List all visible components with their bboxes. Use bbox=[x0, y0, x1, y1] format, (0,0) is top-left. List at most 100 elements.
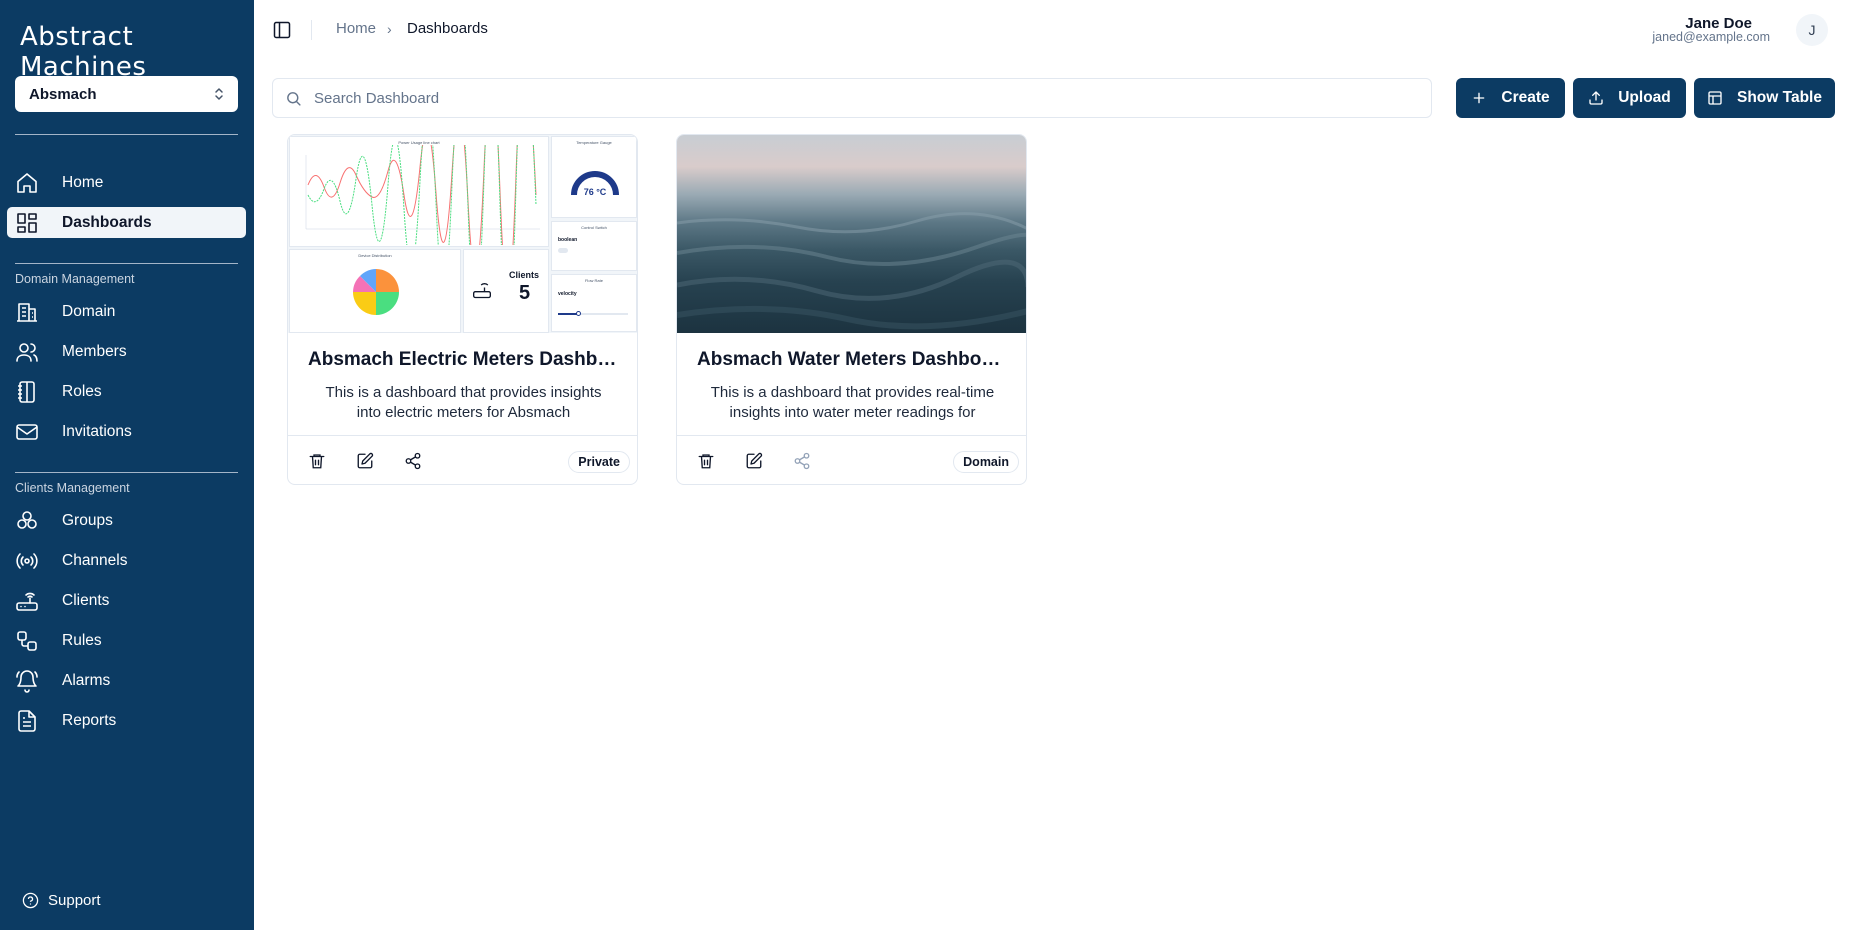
visibility-badge: Private bbox=[568, 451, 630, 473]
gauge-graphic bbox=[571, 171, 619, 196]
thumbnail-clients-stat: Clients 5 bbox=[463, 249, 549, 333]
edit-icon[interactable] bbox=[356, 452, 374, 470]
sidebar-item-label: Clients bbox=[62, 591, 110, 609]
thumbnail-gauge: Temperature Gauge 76 °C bbox=[551, 136, 637, 218]
share-icon[interactable] bbox=[793, 452, 811, 470]
dashboard-description: This is a dashboard that provides real-t… bbox=[710, 384, 995, 421]
slider-label: velocity bbox=[558, 291, 577, 297]
sidebar-divider bbox=[15, 472, 238, 473]
workflow-icon bbox=[15, 629, 39, 653]
bell-icon bbox=[15, 669, 39, 693]
sidebar-item-label: Groups bbox=[62, 511, 113, 529]
sidebar-item-dashboards[interactable]: Dashboards bbox=[7, 207, 246, 238]
users-icon bbox=[15, 340, 39, 364]
sidebar-item-label: Members bbox=[62, 342, 127, 360]
create-button-label: Create bbox=[1501, 89, 1550, 106]
help-circle-icon bbox=[22, 892, 39, 909]
clients-stat-value: 5 bbox=[519, 282, 531, 304]
dashboard-thumbnail: Power Usage line chart Temperature Gauge… bbox=[288, 135, 637, 333]
sidebar-item-members[interactable]: Members bbox=[7, 336, 246, 367]
sidebar-item-label: Rules bbox=[62, 631, 102, 649]
show-table-button-label: Show Table bbox=[1737, 89, 1822, 106]
breadcrumb-home[interactable]: Home bbox=[336, 20, 376, 37]
file-text-icon bbox=[15, 709, 39, 733]
share-icon[interactable] bbox=[404, 452, 422, 470]
thumbnail-slider: Flow Rate velocity bbox=[551, 274, 637, 332]
sidebar: Abstract Machines Absmach Home Dashboard… bbox=[0, 0, 254, 930]
thumbnail-widget-title: Temperature Gauge bbox=[576, 140, 612, 145]
trash-icon[interactable] bbox=[697, 452, 715, 470]
search-bar[interactable] bbox=[272, 78, 1432, 118]
breadcrumb-current: Dashboards bbox=[407, 20, 488, 37]
sidebar-item-label: Channels bbox=[62, 551, 128, 569]
sidebar-item-reports[interactable]: Reports bbox=[7, 705, 246, 736]
router-icon bbox=[473, 283, 491, 299]
card-footer: Domain bbox=[677, 435, 1026, 484]
dashboard-card[interactable]: Power Usage line chart Temperature Gauge… bbox=[287, 134, 638, 485]
visibility-badge: Domain bbox=[953, 451, 1019, 473]
sidebar-divider bbox=[15, 263, 238, 264]
sidebar-item-label: Domain bbox=[62, 302, 116, 320]
sidebar-item-rules[interactable]: Rules bbox=[7, 625, 246, 656]
header-divider bbox=[311, 20, 312, 40]
toggle-switch bbox=[558, 248, 568, 253]
search-input[interactable] bbox=[314, 89, 1414, 107]
app-logo[interactable]: Abstract Machines bbox=[20, 22, 254, 82]
dashboard-title[interactable]: Absmach Water Meters Dashboard bbox=[677, 349, 1026, 371]
sidebar-item-alarms[interactable]: Alarms bbox=[7, 665, 246, 696]
trash-icon[interactable] bbox=[308, 452, 326, 470]
pie-graphic bbox=[353, 269, 399, 315]
plus-icon bbox=[1474, 92, 1485, 104]
section-heading-domain-management: Domain Management bbox=[15, 272, 135, 286]
sidebar-item-roles[interactable]: Roles bbox=[7, 376, 246, 407]
slider-fill bbox=[558, 313, 578, 315]
sidebar-item-domain[interactable]: Domain bbox=[7, 296, 246, 327]
gauge-value: 76 °C bbox=[583, 187, 607, 197]
create-button[interactable]: Create bbox=[1456, 78, 1565, 118]
avatar[interactable]: J bbox=[1796, 14, 1828, 46]
dashboard-card[interactable]: Absmach Water Meters Dashboard This is a… bbox=[676, 134, 1027, 485]
dashboard-description: This is a dashboard that provides insigh… bbox=[325, 384, 602, 421]
card-footer: Private bbox=[288, 435, 637, 484]
upload-button-label: Upload bbox=[1618, 89, 1671, 106]
sea-waves-graphic bbox=[677, 212, 1026, 330]
dashboards-icon bbox=[15, 211, 39, 235]
router-icon bbox=[15, 589, 39, 613]
clients-stat-label: Clients bbox=[509, 270, 540, 280]
thumbnail-line-chart: Power Usage line chart bbox=[289, 136, 549, 247]
sidebar-divider bbox=[15, 134, 238, 135]
notebook-icon bbox=[15, 380, 39, 404]
sidebar-item-label: Dashboards bbox=[62, 213, 152, 231]
support-link[interactable]: Support bbox=[22, 892, 101, 909]
domain-selector-value: Absmach bbox=[29, 85, 97, 103]
sidebar-toggle-icon[interactable] bbox=[272, 20, 292, 40]
sidebar-item-label: Reports bbox=[62, 711, 117, 729]
sidebar-item-label: Roles bbox=[62, 382, 102, 400]
sidebar-item-channels[interactable]: Channels bbox=[7, 545, 246, 576]
show-table-button[interactable]: Show Table bbox=[1694, 78, 1835, 118]
edit-icon[interactable] bbox=[745, 452, 763, 470]
thumbnail-pie-chart: Device Distribution bbox=[289, 249, 461, 333]
dashboard-title[interactable]: Absmach Electric Meters Dashboard bbox=[288, 349, 637, 371]
thumbnail-switch: Control Switch boolean bbox=[551, 221, 637, 271]
domain-selector[interactable]: Absmach bbox=[15, 76, 238, 112]
sidebar-item-home[interactable]: Home bbox=[7, 167, 246, 198]
support-label: Support bbox=[48, 892, 101, 909]
switch-label: boolean bbox=[558, 237, 578, 243]
mail-icon bbox=[15, 420, 39, 444]
sidebar-item-clients[interactable]: Clients bbox=[7, 585, 246, 616]
sidebar-item-label: Home bbox=[62, 173, 104, 191]
sidebar-item-groups[interactable]: Groups bbox=[7, 505, 246, 536]
chevrons-up-down-icon bbox=[214, 87, 224, 101]
sidebar-item-invitations[interactable]: Invitations bbox=[7, 416, 246, 447]
building-icon bbox=[15, 300, 39, 324]
home-icon bbox=[15, 171, 39, 195]
upload-icon bbox=[1589, 91, 1603, 105]
upload-button[interactable]: Upload bbox=[1573, 78, 1686, 118]
line-chart-graphic bbox=[305, 145, 540, 245]
thumbnail-widget-title: Flow Rate bbox=[584, 278, 603, 283]
table-icon bbox=[1708, 91, 1722, 105]
radio-icon bbox=[15, 549, 39, 573]
thumbnail-widget-title: Control Switch bbox=[581, 225, 607, 230]
sidebar-item-label: Invitations bbox=[62, 422, 132, 440]
